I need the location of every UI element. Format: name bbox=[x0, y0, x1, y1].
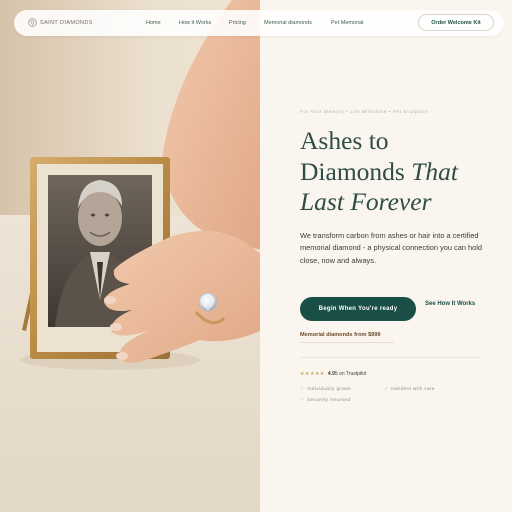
check-icon: ✓ bbox=[300, 397, 305, 402]
brand-name: SAINT DIAMONDS bbox=[40, 19, 93, 26]
check-icon: ✓ bbox=[300, 386, 305, 391]
nav-link-how-it-works[interactable]: How it Works bbox=[179, 20, 211, 26]
rating-text: 4.95 on Trustpilot bbox=[328, 371, 366, 377]
nav-link-home[interactable]: Home bbox=[146, 20, 161, 26]
headline-line-2b: That bbox=[411, 156, 458, 186]
diamond-logo-icon bbox=[28, 18, 37, 27]
see-how-it-works-link[interactable]: See How It Works bbox=[425, 300, 477, 309]
section-divider bbox=[300, 357, 480, 358]
feature-item: ✓ Individually grown bbox=[300, 386, 351, 392]
brand-logo[interactable]: SAINT DIAMONDS bbox=[28, 18, 93, 27]
headline-line-2a: Diamonds bbox=[300, 156, 412, 186]
price-note: Memorial diamonds from $999 bbox=[300, 332, 381, 338]
headline-line-3: Last Forever bbox=[300, 187, 432, 216]
feature-item: ✓ Securely returned bbox=[300, 397, 350, 403]
hero-eyebrow: For Your Memory • Life Milestone • Pet S… bbox=[300, 109, 429, 114]
nav-link-pricing[interactable]: Pricing bbox=[229, 20, 246, 26]
headline-line-1: Ashes to bbox=[300, 126, 389, 155]
nav-link-pet-memorial[interactable]: Pet Memorial bbox=[331, 20, 363, 26]
begin-button[interactable]: Begin When You're ready bbox=[300, 297, 416, 321]
feature-item: ✓ Handled with care bbox=[384, 386, 435, 392]
trustpilot-rating[interactable]: ★★★★★ 4.95 on Trustpilot bbox=[300, 371, 366, 377]
hero-headline: Ashes to Diamonds That Last Forever bbox=[300, 126, 505, 218]
hero-photo bbox=[0, 0, 260, 512]
feature-label: Handled with care bbox=[391, 386, 435, 391]
order-welcome-kit-button[interactable]: Order Welcome Kit bbox=[418, 14, 494, 31]
top-nav: SAINT DIAMONDS Home How it Works Pricing… bbox=[14, 10, 504, 36]
hero-description: We transform carbon from ashes or hair i… bbox=[300, 231, 482, 265]
price-underline bbox=[300, 342, 394, 343]
feature-label: Individually grown bbox=[307, 386, 351, 391]
star-rating-icon: ★★★★★ bbox=[300, 371, 325, 377]
rating-source: 5 on Trustpilot bbox=[334, 371, 367, 377]
check-icon: ✓ bbox=[384, 386, 389, 391]
feature-label: Securely returned bbox=[307, 397, 351, 402]
rating-score: 4.9 bbox=[327, 371, 335, 377]
nav-link-memorial-diamonds[interactable]: Memorial diamonds bbox=[264, 20, 312, 26]
